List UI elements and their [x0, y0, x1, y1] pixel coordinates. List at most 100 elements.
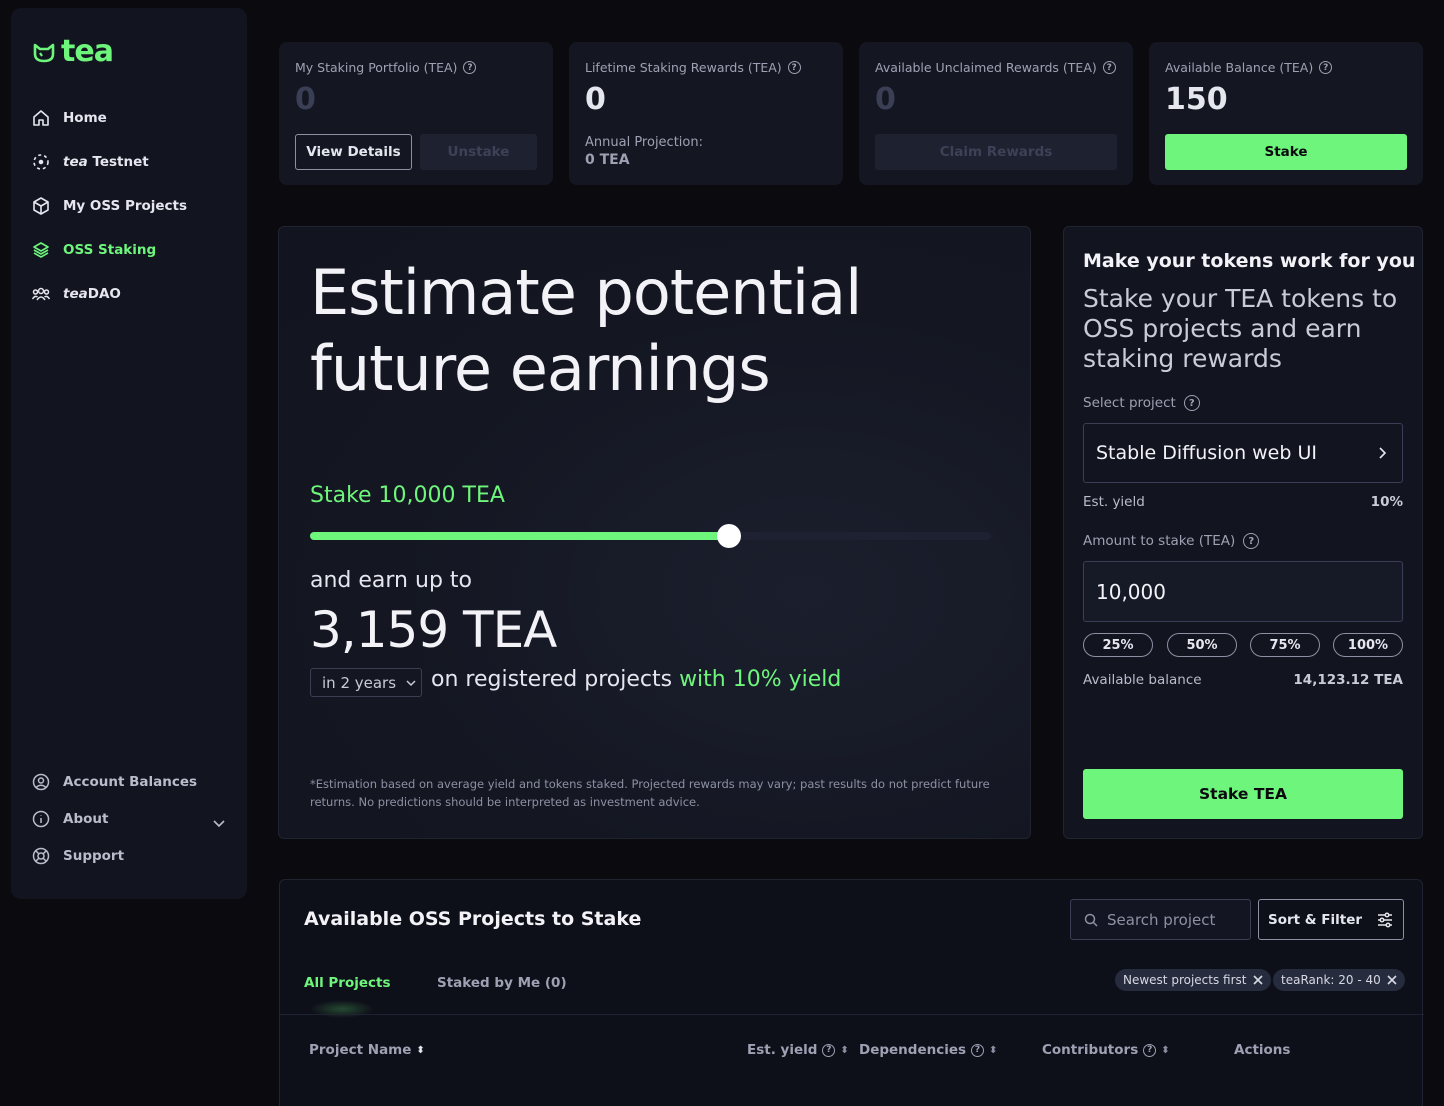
unstake-button[interactable]: Unstake [420, 134, 537, 170]
stake-panel: Make your tokens work for you Stake your… [1063, 226, 1423, 839]
card-title-text: Lifetime Staking Rewards (TEA) [585, 60, 782, 75]
card-title: Lifetime Staking Rewards (TEA)? [585, 60, 801, 75]
card-value: 150 [1165, 82, 1228, 117]
card-value: 0 [585, 82, 606, 117]
heading-line-1: Estimate potential [310, 256, 862, 329]
registered-text: on registered projects [431, 667, 680, 692]
active-tab-indicator [310, 1000, 374, 1018]
chevron-down-icon [406, 679, 416, 686]
layers-icon [33, 242, 49, 258]
divider [280, 1014, 1424, 1015]
annual-projection-value: 0 TEA [585, 152, 630, 168]
project-select[interactable]: Stable Diffusion web UI [1083, 423, 1403, 483]
help-icon[interactable]: ? [1102, 61, 1116, 74]
est-yield-row: Est. yield 10% [1083, 494, 1403, 510]
sort-icon: ⬍ [1161, 1044, 1170, 1056]
tea-cup-icon [33, 43, 55, 63]
help-icon[interactable]: ? [1143, 1043, 1157, 1057]
sort-icon: ⬍ [989, 1044, 998, 1056]
sidebar-item-label: Support [63, 848, 125, 864]
sidebar-item-my-oss-projects[interactable]: My OSS Projects [31, 195, 187, 217]
column-contributors[interactable]: Contributors? ⬍ [1042, 1042, 1170, 1058]
period-select[interactable]: in 2 years [310, 668, 422, 697]
stake-amount-label: Stake 10,000 TEA [310, 483, 505, 508]
close-icon[interactable] [1252, 975, 1263, 985]
column-label: Actions [1234, 1042, 1291, 1058]
sidebar-item-tea-testnet[interactable]: tea Testnet [31, 151, 149, 173]
column-project-name[interactable]: Project Name ⬍ [309, 1042, 425, 1058]
stake-tea-button[interactable]: Stake TEA [1083, 769, 1403, 819]
help-icon[interactable]: ? [463, 61, 477, 74]
stake-button[interactable]: Stake [1165, 134, 1407, 170]
sidebar-item-about[interactable]: About [31, 808, 108, 830]
registered-projects-text: on registered projects with 10% yield [431, 667, 841, 692]
column-label: Project Name [309, 1042, 412, 1058]
tab-all-projects[interactable]: All Projects [304, 975, 391, 991]
chevron-right-icon [1379, 447, 1387, 459]
stake-slider[interactable] [310, 524, 991, 548]
sidebar-item-teadao[interactable]: teaDAO [31, 283, 121, 305]
sort-filter-label: Sort & Filter [1267, 911, 1363, 928]
help-icon[interactable]: ? [822, 1043, 836, 1057]
unclaimed-rewards-card: Available Unclaimed Rewards (TEA)? 0 Cla… [859, 42, 1133, 185]
help-icon[interactable]: ? [1183, 395, 1200, 411]
card-title: My Staking Portfolio (TEA)? [295, 60, 477, 75]
earnings-estimator: Estimate potential future earnings Stake… [278, 226, 1031, 839]
percent-75-button[interactable]: 75% [1250, 633, 1320, 657]
help-icon[interactable]: ? [1243, 533, 1260, 549]
sidebar-item-label: Home [63, 110, 107, 126]
sliders-icon [1378, 911, 1393, 928]
close-icon[interactable] [1387, 975, 1397, 985]
percent-25-button[interactable]: 25% [1083, 633, 1153, 657]
sidebar-item-label: teaDAO [63, 286, 121, 302]
chip-label: teaRank: 20 - 40 [1281, 973, 1381, 987]
available-balance-card: Available Balance (TEA)? 150 Stake [1149, 42, 1423, 185]
sort-icon: ⬍ [416, 1044, 425, 1056]
logo-text: tea [61, 34, 114, 69]
staking-portfolio-card: My Staking Portfolio (TEA)? 0 View Detai… [279, 42, 553, 185]
help-icon[interactable]: ? [787, 61, 801, 74]
percent-100-button[interactable]: 100% [1333, 633, 1403, 657]
select-project-label: Select project? [1083, 395, 1200, 411]
amount-input[interactable]: 10,000 [1083, 561, 1403, 622]
heading-line-2: future earnings [310, 332, 771, 405]
column-est-yield[interactable]: Est. yield? ⬍ [747, 1042, 849, 1058]
estimator-heading: Estimate potential future earnings [310, 255, 862, 407]
sort-icon: ⬍ [840, 1044, 849, 1056]
sidebar-item-account-balances[interactable]: Account Balances [31, 771, 197, 793]
testnet-label: Testnet [87, 154, 149, 170]
percent-50-button[interactable]: 50% [1167, 633, 1237, 657]
card-title-text: My Staking Portfolio (TEA) [295, 60, 458, 75]
view-details-button[interactable]: View Details [295, 134, 412, 170]
sidebar-item-support[interactable]: Support [31, 845, 124, 867]
claim-rewards-button[interactable]: Claim Rewards [875, 134, 1117, 170]
help-icon[interactable]: ? [971, 1043, 985, 1057]
sidebar-item-label: My OSS Projects [63, 198, 188, 214]
filter-chip-tearank[interactable]: teaRank: 20 - 40 [1273, 969, 1405, 991]
sidebar-item-oss-staking[interactable]: OSS Staking [31, 239, 156, 261]
filter-chip-newest[interactable]: Newest projects first [1115, 969, 1271, 991]
card-title-text: Available Balance (TEA) [1165, 60, 1314, 75]
sidebar-item-label: About [63, 811, 109, 827]
tea-italic-prefix: tea [63, 154, 88, 170]
column-dependencies[interactable]: Dependencies? ⬍ [859, 1042, 997, 1058]
card-value: 0 [295, 82, 316, 117]
disclaimer: *Estimation based on average yield and t… [310, 777, 990, 809]
slider-thumb[interactable] [716, 524, 741, 548]
info-icon [32, 810, 50, 828]
card-value: 0 [875, 82, 896, 117]
chevron-down-icon[interactable] [211, 815, 227, 831]
tab-staked-by-me[interactable]: Staked by Me (0) [437, 975, 567, 991]
search-input[interactable]: Search project [1070, 899, 1251, 940]
tea-logo[interactable]: tea [31, 34, 114, 69]
est-yield-value: 10% [1370, 494, 1403, 510]
home-icon [33, 110, 49, 126]
sidebar-item-home[interactable]: Home [31, 107, 107, 129]
column-actions: Actions [1234, 1042, 1290, 1058]
sort-filter-button[interactable]: Sort & Filter [1258, 899, 1404, 940]
chip-label: Newest projects first [1123, 973, 1247, 987]
amount-label-text: Amount to stake (TEA) [1083, 533, 1236, 549]
available-balance-row: Available balance 14,123.12 TEA [1083, 672, 1403, 688]
projects-panel: Available OSS Projects to Stake Search p… [279, 879, 1424, 1106]
help-icon[interactable]: ? [1319, 61, 1333, 74]
